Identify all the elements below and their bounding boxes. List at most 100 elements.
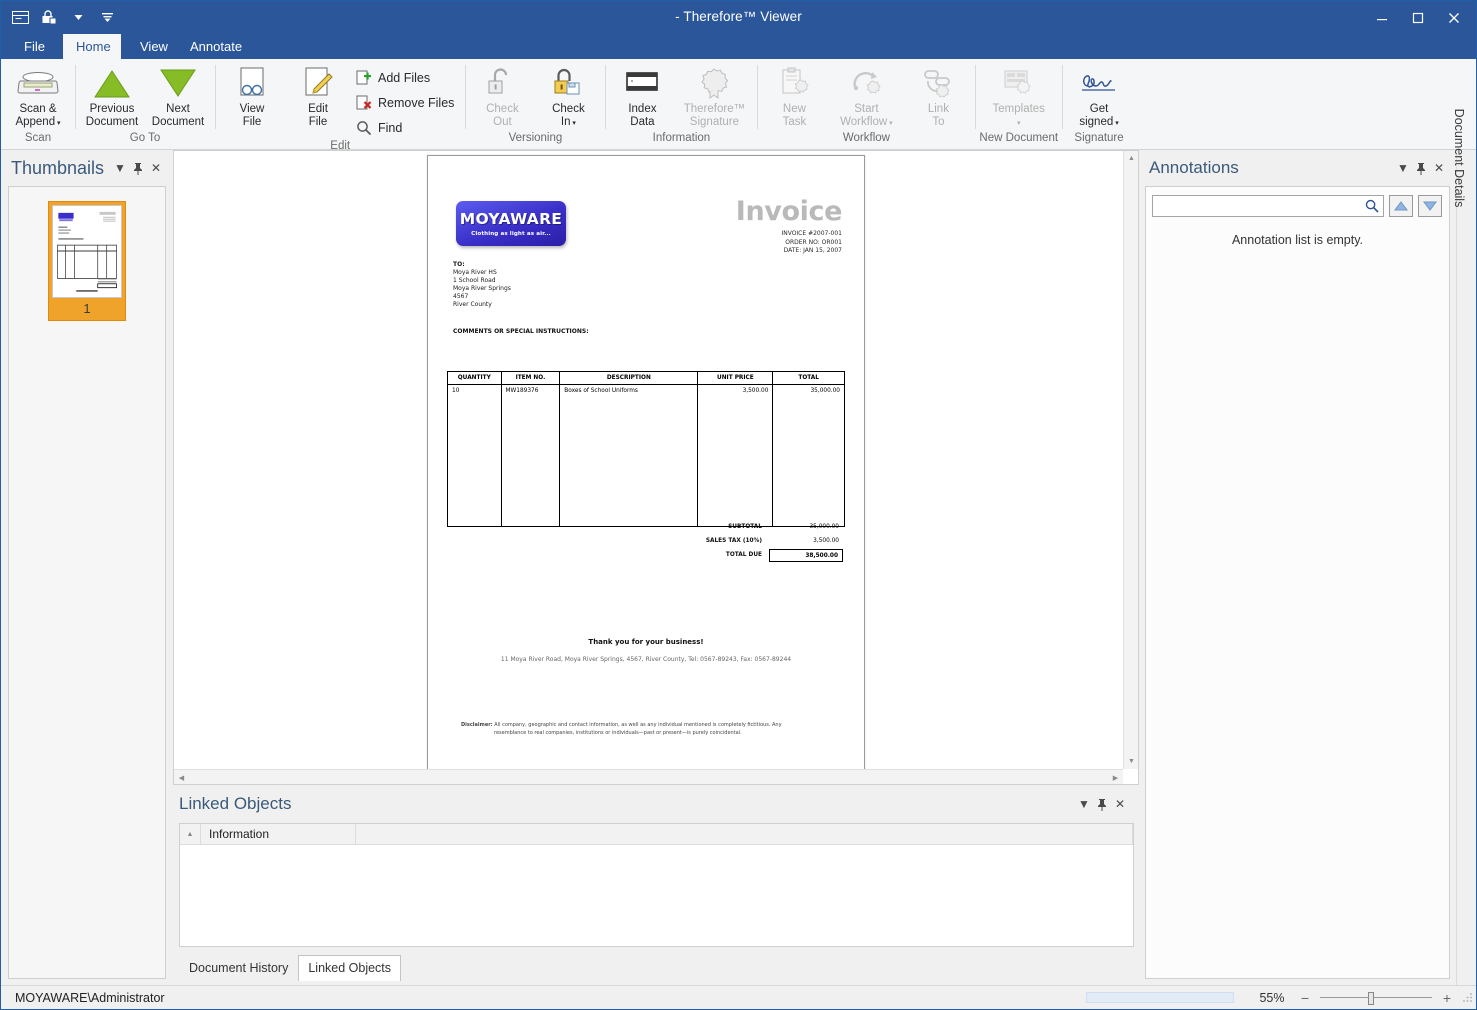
bill-to-line-4: 4567 [453, 293, 469, 300]
annotations-menu-icon[interactable]: ▼ [1394, 158, 1412, 178]
annotations-pin-icon[interactable] [1412, 158, 1430, 178]
column-header-blank[interactable] [356, 824, 1133, 844]
viewer-vertical-scrollbar[interactable]: ▲ ▼ [1123, 151, 1138, 769]
ribbon-tabstrip: File Home View Annotate ᴧ ? [1, 34, 1476, 88]
thumbnail-preview [52, 205, 122, 298]
check-in-button[interactable]: Check In ▾ [535, 62, 601, 131]
ribbon-group-workflow-label: Workflow [842, 132, 890, 144]
check-in-label: Check In ▾ [552, 103, 585, 128]
document-details-tab[interactable]: Document Details [1452, 109, 1476, 985]
invoice-date: DATE: JAN 15, 2007 [783, 247, 842, 254]
annotations-close-icon[interactable]: ✕ [1430, 158, 1448, 178]
total-due-label: TOTAL DUE [725, 552, 762, 558]
next-document-button[interactable]: Next Document [145, 62, 211, 130]
col-total: TOTAL [772, 371, 845, 385]
thumbnails-title: Thumbnails [11, 157, 105, 178]
index-data-button[interactable]: Index Data [609, 62, 675, 130]
open-lock-icon [487, 65, 517, 101]
thumbnail-page-1[interactable]: 1 [48, 201, 126, 321]
start-workflow-button[interactable]: Start Workflow ▾ [827, 62, 905, 131]
lock-icon[interactable] [38, 6, 60, 28]
resize-grip[interactable] [1458, 991, 1476, 1004]
thumbnails-close-icon[interactable]: ✕ [147, 158, 165, 178]
therefore-viewer-window: - Therefore™ Viewer File Home View Annot… [0, 0, 1477, 1010]
check-out-button[interactable]: Check Out [469, 62, 535, 130]
tab-linked-objects[interactable]: Linked Objects [298, 955, 402, 981]
tab-view[interactable]: View [127, 34, 171, 59]
thumbnails-list[interactable]: 1 [8, 186, 166, 979]
ribbon-group-signature-label: Signature [1074, 132, 1124, 144]
search-icon[interactable] [1364, 198, 1380, 214]
scroll-up-icon[interactable]: ▲ [1124, 151, 1139, 166]
add-files-button[interactable]: Add Files [351, 66, 461, 90]
quick-access-dropdown-icon[interactable] [67, 6, 89, 28]
totals-row-sales-tax: SALES TAX (10%) 3,500.00 [671, 534, 843, 548]
glasses-page-icon [235, 65, 269, 101]
annotations-search-input[interactable] [1152, 195, 1384, 217]
view-file-label: View File [239, 103, 265, 128]
templates-label: Templates ▾ [992, 103, 1045, 127]
linked-objects-grid[interactable]: ▲ Information [179, 823, 1134, 947]
remove-files-button[interactable]: Remove Files [351, 91, 461, 115]
scan-append-button[interactable]: Scan & Append ▾ [5, 62, 71, 131]
current-user-label: MOYAWARE\Administrator [15, 990, 165, 1005]
ribbon-group-scan: Scan & Append ▾ Scan [1, 59, 75, 149]
tab-annotate[interactable]: Annotate [177, 34, 253, 59]
totals-row-subtotal: SUBTOTAL 35,000.00 [671, 520, 843, 534]
zoom-slider[interactable] [1320, 990, 1432, 1006]
thumbnail-page-number: 1 [83, 301, 91, 316]
therefore-signature-button[interactable]: Therefore™ Signature [675, 62, 753, 130]
zoom-in-button[interactable]: + [1436, 990, 1458, 1006]
linked-objects-menu-icon[interactable]: ▼ [1075, 794, 1093, 814]
scroll-right-icon[interactable]: ▶ [1108, 770, 1123, 785]
customize-toolbar-icon[interactable] [96, 6, 118, 28]
view-file-button[interactable]: View File [219, 62, 285, 130]
ribbon-group-new-document-label: New Document [979, 132, 1059, 144]
ribbon-group-versioning-label: Versioning [508, 132, 563, 144]
scroll-down-icon[interactable]: ▼ [1124, 754, 1139, 769]
previous-document-button[interactable]: Previous Document [79, 62, 145, 130]
invoice-table-row: 10 MW189376 Boxes of School Uniforms 3,5… [447, 384, 845, 527]
cell-description: Boxes of School Uniforms [559, 384, 699, 527]
find-button[interactable]: Find [351, 116, 461, 140]
minimize-button[interactable] [1364, 4, 1400, 32]
viewer-horizontal-scrollbar[interactable]: ◀ ▶ [174, 769, 1123, 784]
title-bar: - Therefore™ Viewer [1, 1, 1476, 34]
invoice-meta: INVOICE #2007-001 ORDER NO: OR001 DATE: … [781, 230, 842, 256]
linked-objects-bottom-tabs: Document History Linked Objects [179, 955, 402, 981]
tab-file[interactable]: File [11, 34, 54, 59]
annotations-next-button[interactable] [1418, 195, 1442, 217]
maximize-button[interactable] [1400, 4, 1436, 32]
disclaimer-block: Disclaimer: All company, geographic and … [461, 722, 824, 737]
edit-file-button[interactable]: Edit File [285, 62, 351, 130]
zoom-out-button[interactable]: − [1294, 990, 1316, 1006]
disclaimer-line-2: resemblance to real companies, instituti… [494, 729, 742, 736]
bill-to-line-1: Moya River HS [453, 269, 497, 276]
bill-to-line-2: 1 School Road [453, 277, 496, 284]
templates-button[interactable]: Templates ▾ [980, 62, 1058, 131]
column-header-information[interactable]: Information [201, 824, 356, 844]
zoom-slider-track [1320, 996, 1432, 998]
get-signed-button[interactable]: Get signed ▾ [1066, 62, 1132, 131]
remove-files-label: Remove Files [378, 96, 455, 110]
thumbnails-pin-icon[interactable] [129, 158, 147, 178]
link-to-button[interactable]: Link To [905, 62, 971, 130]
tab-document-history[interactable]: Document History [179, 955, 298, 981]
close-button[interactable] [1436, 4, 1472, 32]
total-due-value: 38,500.00 [769, 548, 843, 562]
annotations-previous-button[interactable] [1389, 195, 1413, 217]
ribbon-group-information: Index Data Therefore™ Signature Informat… [605, 59, 757, 149]
tab-home[interactable]: Home [63, 34, 121, 59]
linked-objects-close-icon[interactable]: ✕ [1111, 794, 1129, 814]
scroll-left-icon[interactable]: ◀ [174, 770, 189, 785]
col-item-no: ITEM NO. [500, 371, 561, 385]
new-task-button[interactable]: New Task [761, 62, 827, 130]
sort-ascending-icon[interactable]: ▲ [180, 824, 201, 844]
zoom-slider-thumb[interactable] [1368, 991, 1374, 1005]
linked-objects-pin-icon[interactable] [1093, 794, 1111, 814]
document-canvas[interactable]: MOYAWARE Clothing as light as air... Inv… [174, 151, 1123, 769]
ribbon-group-goto: Previous Document Next Document Go To [75, 59, 215, 149]
window-icon[interactable] [9, 6, 31, 28]
thumbnails-menu-icon[interactable]: ▼ [111, 158, 129, 178]
company-logo: MOYAWARE Clothing as light as air... [456, 201, 566, 246]
